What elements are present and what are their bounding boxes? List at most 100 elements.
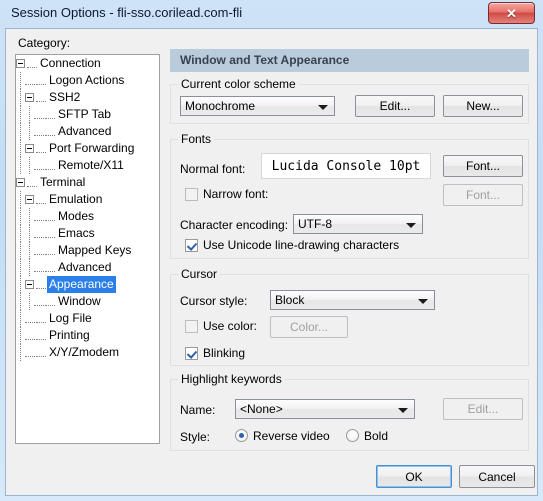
pane-header: Window and Text Appearance [170, 49, 529, 72]
highlight-name-value: <None> [240, 402, 283, 416]
tree-expander-icon[interactable] [25, 93, 34, 103]
bold-label: Bold [364, 429, 389, 443]
cursor-legend: Cursor [178, 267, 221, 281]
tree-guide [16, 327, 25, 344]
tree-connector [45, 246, 55, 256]
tree-guide [25, 157, 34, 174]
sidebar-item-connection[interactable]: Connection [16, 55, 159, 72]
ok-button[interactable]: OK [376, 465, 452, 488]
tree-connector [34, 212, 44, 222]
sidebar-item-label: Terminal [40, 175, 86, 189]
tree-expander-icon[interactable] [16, 178, 25, 188]
sidebar-item-label: Connection [40, 56, 101, 70]
sidebar-item-sftp-tab[interactable]: SFTP Tab [16, 106, 159, 123]
category-tree[interactable]: Connection Logon Actions SSH2 SFTP Tab Advan… [15, 54, 160, 444]
tree-expander-icon[interactable] [25, 144, 34, 154]
tree-connector [36, 93, 46, 103]
sidebar-item-label: Port Forwarding [49, 141, 135, 155]
unicode-line-drawing-checkbox[interactable] [185, 239, 198, 252]
highlight-name-select[interactable]: <None> [235, 399, 415, 419]
close-icon: ✕ [506, 5, 517, 21]
tree-connector [34, 161, 44, 171]
cursor-style-select[interactable]: Block [270, 290, 435, 310]
tree-connector [25, 314, 35, 324]
close-button[interactable]: ✕ [488, 2, 535, 24]
tree-connector [45, 229, 55, 239]
sidebar-item-label: SFTP Tab [58, 107, 111, 121]
sidebar-item-modes[interactable]: Modes [16, 208, 159, 225]
sidebar-item-label: X/Y/Zmodem [49, 345, 120, 359]
tree-connector [36, 280, 46, 290]
sidebar-item-mapped-keys[interactable]: Mapped Keys [16, 242, 159, 259]
cancel-button[interactable]: Cancel [459, 465, 535, 488]
fonts-group: Fonts Normal font: Lucida Console 10pt F… [170, 132, 529, 259]
use-color-checkbox[interactable] [185, 320, 198, 333]
character-encoding-value: UTF-8 [298, 217, 332, 231]
bold-radio[interactable] [346, 429, 359, 442]
sidebar-item-logon-actions[interactable]: Logon Actions [16, 72, 159, 89]
tree-expander-icon[interactable] [25, 280, 34, 290]
reverse-video-radio[interactable] [235, 429, 248, 442]
blinking-checkbox[interactable] [185, 347, 198, 360]
character-encoding-label: Character encoding: [180, 218, 289, 232]
tree-connector [36, 348, 46, 358]
tree-connector [25, 76, 35, 86]
tree-guide [16, 191, 25, 208]
narrow-font-button: Font... [443, 184, 523, 206]
narrow-font-checkbox[interactable] [185, 188, 198, 201]
highlight-keywords-legend: Highlight keywords [178, 372, 285, 386]
sidebar-item-port-forwarding[interactable]: Port Forwarding [16, 140, 159, 157]
color-scheme-select[interactable]: Monochrome [180, 96, 335, 116]
cursor-color-button: Color... [270, 316, 348, 338]
sidebar-item-log-file[interactable]: Log File [16, 310, 159, 327]
tree-connector [34, 263, 44, 273]
sidebar-item-label: Appearance [47, 276, 116, 293]
tree-guide [16, 225, 25, 242]
sidebar-item-printing[interactable]: Printing [16, 327, 159, 344]
normal-font-button[interactable]: Font... [443, 155, 523, 177]
cursor-group: Cursor Cursor style: Block Use color: Co… [170, 267, 529, 366]
tree-guide [16, 276, 25, 293]
tree-guide [16, 344, 25, 361]
tree-connector [45, 127, 55, 137]
sidebar-item-emacs[interactable]: Emacs [16, 225, 159, 242]
sidebar-item-window[interactable]: Window [16, 293, 159, 310]
sidebar-item-label: Modes [58, 209, 95, 223]
sidebar-item-label: Printing [49, 328, 90, 342]
tree-guide [16, 157, 25, 174]
tree-connector [27, 59, 37, 69]
tree-connector [34, 127, 44, 137]
tree-connector [36, 195, 46, 205]
color-scheme-legend: Current color scheme [178, 77, 299, 91]
sidebar-item-advanced[interactable]: Advanced [16, 123, 159, 140]
sidebar-item-advanced[interactable]: Advanced [16, 259, 159, 276]
sidebar-item-label: Mapped Keys [58, 243, 132, 257]
sidebar-item-emulation[interactable]: Emulation [16, 191, 159, 208]
sidebar-item-remote-x11[interactable]: Remote/X11 [16, 157, 159, 174]
tree-expander-icon[interactable] [25, 195, 34, 205]
tree-connector [45, 297, 55, 307]
color-scheme-new-button[interactable]: New... [443, 95, 523, 117]
tree-guide [16, 293, 25, 310]
color-scheme-edit-button[interactable]: Edit... [355, 95, 435, 117]
sidebar-item-ssh2[interactable]: SSH2 [16, 89, 159, 106]
chevron-down-icon [398, 408, 408, 413]
highlight-keywords-group: Highlight keywords Name: <None> Edit... … [170, 372, 529, 451]
tree-guide [16, 89, 25, 106]
sidebar-item-appearance[interactable]: Appearance [16, 276, 159, 293]
sidebar-item-label: Log File [49, 311, 92, 325]
tree-expander-icon[interactable] [16, 59, 25, 69]
sidebar-item-label: SSH2 [49, 90, 81, 104]
cursor-style-label: Cursor style: [180, 294, 248, 308]
character-encoding-select[interactable]: UTF-8 [293, 214, 423, 234]
fonts-legend: Fonts [178, 132, 215, 146]
sidebar-item-terminal[interactable]: Terminal [16, 174, 159, 191]
sidebar-item-label: Remote/X11 [58, 158, 124, 172]
dialog-client-area: Category: Connection Logon Actions SSH2 SFT… [5, 28, 538, 496]
tree-connector [34, 110, 44, 120]
tree-guide [25, 242, 34, 259]
chevron-down-icon [418, 299, 428, 304]
sidebar-item-label: Emacs [58, 226, 95, 240]
window-title: Session Options - fli-sso.corilead.com-f… [11, 5, 243, 20]
sidebar-item-x-y-zmodem[interactable]: X/Y/Zmodem [16, 344, 159, 361]
